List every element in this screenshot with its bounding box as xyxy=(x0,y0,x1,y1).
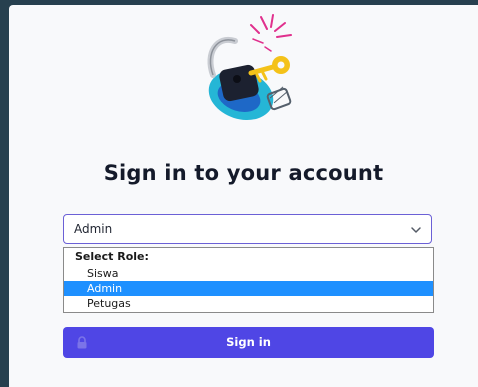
sign-in-label: Sign in xyxy=(226,335,271,349)
role-option-admin[interactable]: Admin xyxy=(64,281,433,296)
role-option-siswa[interactable]: Siswa xyxy=(64,266,433,281)
padlock-key-illustration xyxy=(207,14,292,120)
role-select[interactable]: Admin xyxy=(63,214,432,244)
role-select-value: Admin xyxy=(74,222,113,236)
role-option-petugas[interactable]: Petugas xyxy=(64,296,433,311)
sign-in-button[interactable]: Sign in xyxy=(63,327,434,358)
role-dropdown-list: Select Role: Siswa Admin Petugas xyxy=(63,247,434,313)
chevron-down-icon xyxy=(411,227,421,233)
login-card: Sign in to your account Admin Select Rol… xyxy=(9,5,478,387)
dropdown-group-label: Select Role: xyxy=(75,250,149,263)
page-title: Sign in to your account xyxy=(103,161,384,185)
